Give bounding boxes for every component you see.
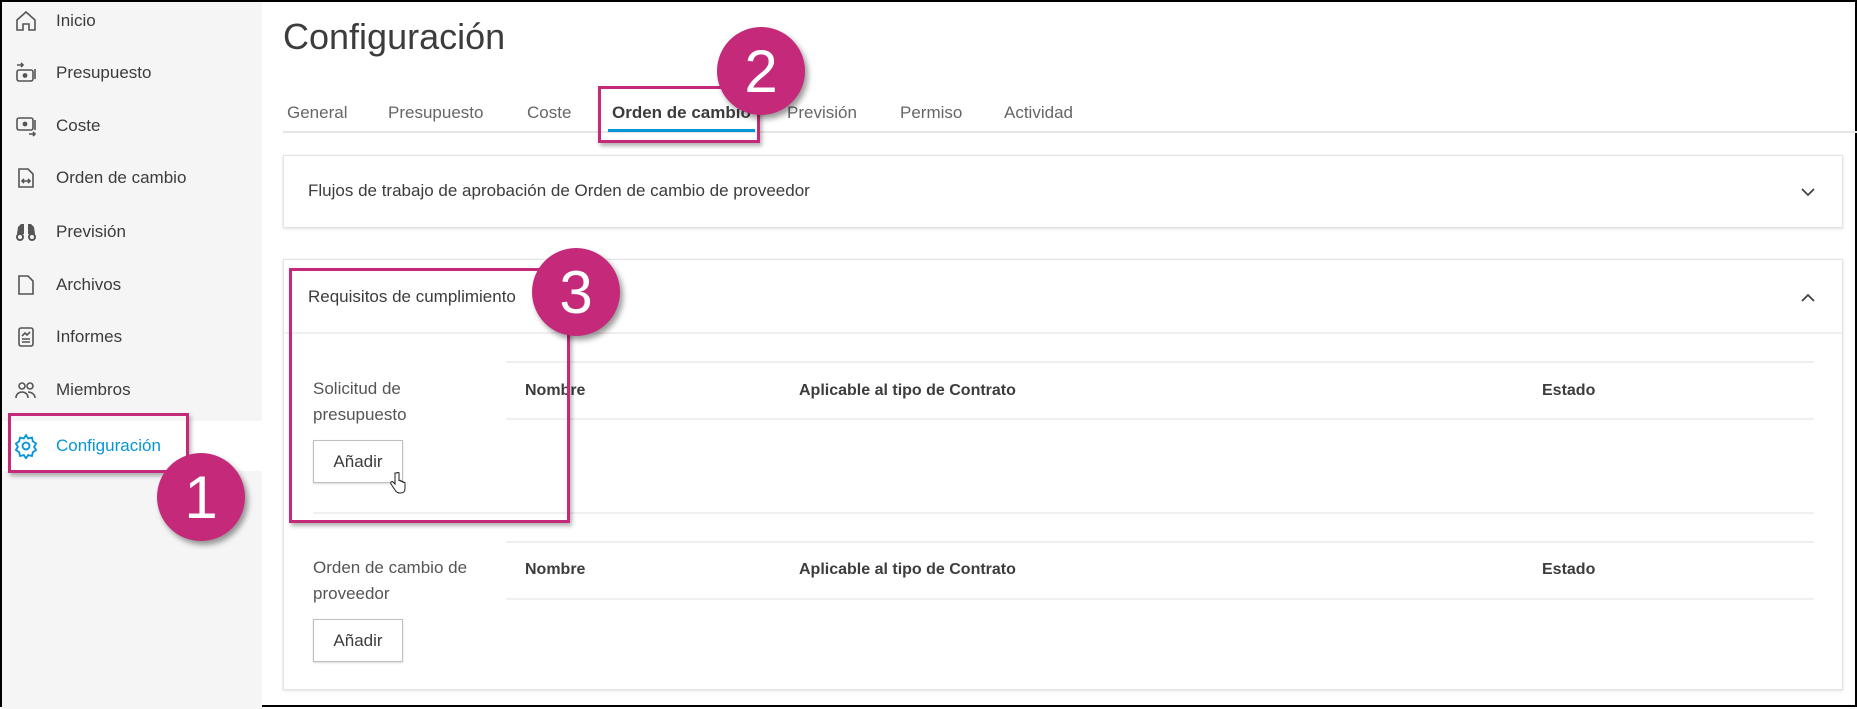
sidebar-item-presupuesto[interactable]: Presupuesto bbox=[2, 50, 262, 96]
sidebar-item-label: Previsión bbox=[56, 222, 126, 241]
change-order-icon bbox=[12, 164, 40, 192]
approval-workflows-panel[interactable]: Flujos de trabajo de aprobación de Orden… bbox=[283, 155, 1843, 228]
sidebar-item-label: Presupuesto bbox=[56, 63, 152, 82]
home-icon bbox=[12, 7, 40, 35]
panel-title: Flujos de trabajo de aprobación de Orden… bbox=[308, 181, 810, 200]
sidebar-item-label: Orden de cambio bbox=[56, 168, 187, 187]
annotation-badge-1: 1 bbox=[157, 453, 245, 541]
divider bbox=[506, 418, 1814, 420]
binoculars-icon bbox=[12, 218, 40, 246]
sidebar-item-prevision[interactable]: Previsión bbox=[2, 209, 262, 255]
report-icon bbox=[12, 323, 40, 351]
sidebar-item-label: Inicio bbox=[56, 11, 96, 30]
budget-icon bbox=[12, 59, 40, 87]
add-supplier-change-order-button[interactable]: Añadir bbox=[313, 619, 403, 662]
annotation-badge-2: 2 bbox=[717, 27, 805, 115]
sidebar-item-archivos[interactable]: Archivos bbox=[2, 262, 262, 308]
tab-general[interactable]: General bbox=[287, 103, 347, 123]
sidebar-item-label: Archivos bbox=[56, 275, 122, 294]
page-title: Configuración bbox=[283, 16, 506, 57]
annotation-box-1 bbox=[8, 413, 189, 473]
sidebar-item-miembros[interactable]: Miembros bbox=[2, 367, 262, 413]
tab-coste[interactable]: Coste bbox=[527, 103, 571, 123]
sidebar-item-label: Informes bbox=[56, 327, 123, 346]
annotation-box-3 bbox=[289, 268, 570, 523]
column-header-contract-type: Aplicable al tipo de Contrato bbox=[799, 561, 1016, 578]
sidebar-item-informes[interactable]: Informes bbox=[2, 314, 262, 360]
tab-actividad[interactable]: Actividad bbox=[1004, 103, 1073, 123]
sidebar-item-inicio[interactable]: Inicio bbox=[2, 0, 262, 44]
divider bbox=[506, 598, 1814, 600]
sidebar: Inicio Presupuesto Coste Orden de cambio… bbox=[2, 2, 262, 709]
sidebar-item-orden-de-cambio[interactable]: Orden de cambio bbox=[2, 155, 262, 201]
members-icon bbox=[12, 376, 40, 404]
tab-prevision[interactable]: Previsión bbox=[787, 103, 857, 123]
sidebar-item-label: Miembros bbox=[56, 380, 131, 399]
column-header-nombre: Nombre bbox=[525, 561, 586, 578]
column-header-estado: Estado bbox=[1542, 561, 1596, 578]
annotation-badge-3: 3 bbox=[532, 248, 620, 336]
column-header-estado: Estado bbox=[1542, 382, 1596, 399]
tab-bar: General Presupuesto Coste Orden de cambi… bbox=[283, 98, 1857, 133]
tab-presupuesto[interactable]: Presupuesto bbox=[388, 103, 483, 123]
tab-permiso[interactable]: Permiso bbox=[900, 103, 962, 123]
divider bbox=[506, 541, 1814, 543]
chevron-up-icon[interactable] bbox=[1798, 288, 1818, 308]
column-header-contract-type: Aplicable al tipo de Contrato bbox=[799, 382, 1016, 399]
chevron-down-icon[interactable] bbox=[1798, 182, 1818, 202]
cost-icon bbox=[12, 112, 40, 140]
group-label: Orden de cambio de proveedor bbox=[313, 558, 468, 603]
sidebar-item-label: Coste bbox=[56, 116, 101, 135]
file-icon bbox=[12, 271, 40, 299]
sidebar-item-coste[interactable]: Coste bbox=[2, 103, 262, 149]
divider bbox=[506, 361, 1814, 363]
